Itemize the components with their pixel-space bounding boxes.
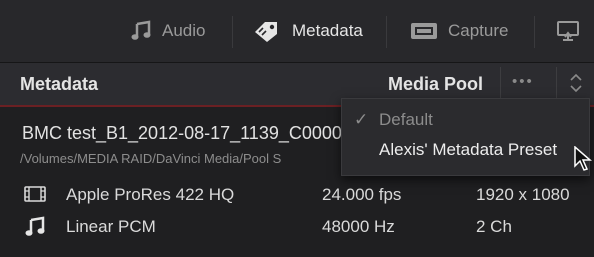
media-pool-label[interactable]: Media Pool [388, 74, 483, 95]
tab-audio-label: Audio [162, 21, 206, 40]
tab-metadata-label: Metadata [292, 21, 363, 40]
channels-value: 2 Ch [476, 217, 512, 236]
resolution-value: 1920 x 1080 [476, 185, 570, 204]
options-menu-button[interactable]: ••• [512, 73, 534, 90]
clip-path: /Volumes/MEDIA RAID/DaVinci Media/Pool S [20, 151, 282, 166]
clip-name: BMC test_B1_2012-08-17_1139_C0000 [22, 123, 342, 143]
metadata-preset-menu: ✓ Default Alexis' Metadata Preset [341, 98, 590, 176]
sample-rate-value: 48000 Hz [322, 217, 395, 236]
toolbar-divider [534, 16, 535, 48]
mouse-cursor-icon [574, 145, 593, 177]
codec-value: Apple ProRes 422 HQ [66, 185, 235, 204]
header-divider [556, 67, 557, 101]
tab-capture-label: Capture [448, 21, 509, 40]
menu-item-alexis-preset[interactable]: Alexis' Metadata Preset [342, 135, 589, 165]
frame-rate-value: 24.000 fps [322, 185, 402, 204]
film-icon [24, 184, 46, 209]
menu-item-label: Alexis' Metadata Preset [379, 140, 558, 159]
toolbar: Audio Metadata Capture [0, 0, 594, 63]
music-note-icon [24, 216, 46, 243]
menu-item-default[interactable]: ✓ Default [342, 105, 589, 135]
toolbar-divider [232, 16, 233, 48]
menu-item-label: Default [379, 110, 433, 129]
tag-icon [252, 19, 282, 43]
checkmark-icon: ✓ [354, 110, 369, 129]
music-note-icon [130, 20, 152, 42]
tape-icon [410, 21, 438, 41]
monitor-icon [556, 19, 580, 43]
header-divider [500, 67, 501, 101]
tab-metadata[interactable]: Metadata [252, 10, 363, 52]
tab-audio[interactable]: Audio [130, 10, 205, 52]
toolbar-divider [386, 16, 387, 48]
tab-monitor[interactable] [556, 10, 580, 52]
audio-row: Linear PCM 48000 Hz 2 Ch [0, 213, 594, 241]
codec-row: Apple ProRes 422 HQ 24.000 fps 1920 x 10… [0, 181, 594, 209]
sort-updown-icon[interactable] [568, 72, 584, 99]
panel-title: Metadata [20, 74, 99, 94]
audio-codec-value: Linear PCM [66, 217, 156, 236]
tab-capture[interactable]: Capture [410, 10, 508, 52]
